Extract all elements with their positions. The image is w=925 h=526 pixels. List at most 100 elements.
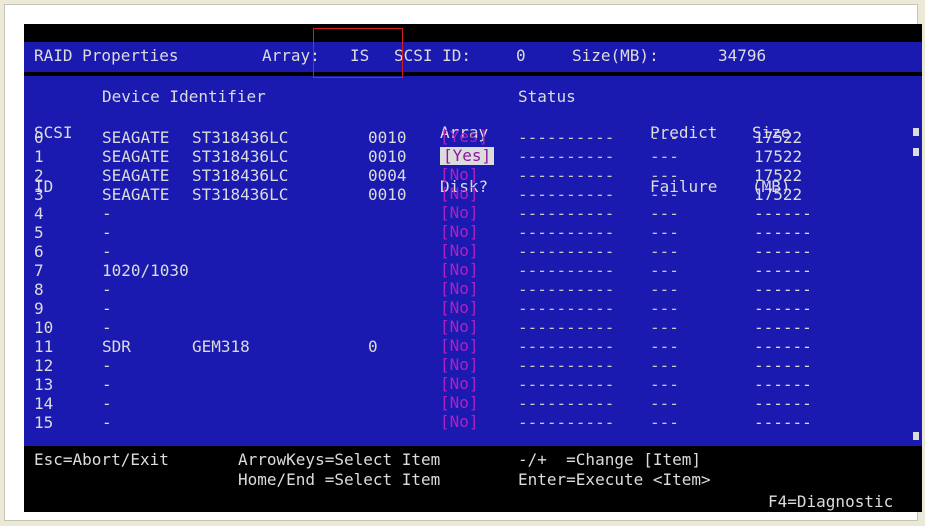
scsi-id-value: 0 xyxy=(516,46,526,65)
scsi-id-cell: 11 xyxy=(34,337,54,356)
array-disk-toggle[interactable]: [No] xyxy=(440,185,479,203)
array-disk-toggle[interactable]: [Yes] xyxy=(440,147,495,165)
status-cell: ---------- xyxy=(518,261,615,280)
device-vendor-cell: SEAGATE xyxy=(102,147,170,166)
array-disk-toggle[interactable]: [No] xyxy=(440,204,479,222)
array-disk-toggle[interactable]: [No] xyxy=(440,413,479,431)
status-cell: ---------- xyxy=(518,375,615,394)
size-cell: 17522 xyxy=(754,185,803,204)
device-vendor-cell: SEAGATE xyxy=(102,185,170,204)
predict-failure-cell: --- xyxy=(650,356,679,375)
scroll-up-marker[interactable] xyxy=(913,128,919,136)
col-status-header: Status xyxy=(518,87,576,106)
size-cell: 17522 xyxy=(754,147,803,166)
predict-failure-cell: --- xyxy=(650,337,679,356)
array-value: IS xyxy=(350,46,370,65)
scroll-down-marker[interactable] xyxy=(913,432,919,440)
predict-failure-cell: --- xyxy=(650,204,679,223)
status-cell: ---------- xyxy=(518,185,615,204)
device-vendor-cell: SEAGATE xyxy=(102,166,170,185)
scsi-id-cell: 0 xyxy=(34,128,44,147)
device-revision-cell: 0 xyxy=(368,337,378,356)
array-disk-toggle[interactable]: [No] xyxy=(440,261,479,279)
status-cell: ---------- xyxy=(518,299,615,318)
predict-failure-cell: --- xyxy=(650,280,679,299)
device-vendor-cell: - xyxy=(102,394,112,413)
size-value: 34796 xyxy=(718,46,767,65)
device-vendor-cell: - xyxy=(102,299,112,318)
device-model-cell: GEM318 xyxy=(192,337,250,356)
device-vendor-cell: - xyxy=(102,242,112,261)
scsi-id-cell: 4 xyxy=(34,204,44,223)
array-disk-toggle[interactable]: [No] xyxy=(440,223,479,241)
size-cell: ------ xyxy=(754,299,812,318)
status-cell: ---------- xyxy=(518,413,615,432)
size-cell: ------ xyxy=(754,318,812,337)
size-cell: ------ xyxy=(754,394,812,413)
predict-failure-cell: --- xyxy=(650,375,679,394)
scsi-id-cell: 3 xyxy=(34,185,44,204)
help-homeend: Home/End =Select Item xyxy=(238,470,441,489)
status-cell: ---------- xyxy=(518,356,615,375)
scsi-id-cell: 15 xyxy=(34,413,54,432)
status-cell: ---------- xyxy=(518,394,615,413)
status-cell: ---------- xyxy=(518,242,615,261)
device-model-cell: ST318436LC xyxy=(192,128,289,147)
array-disk-toggle[interactable]: [No] xyxy=(440,337,479,355)
status-cell: ---------- xyxy=(518,166,615,185)
scsi-id-cell: 7 xyxy=(34,261,44,280)
array-disk-toggle[interactable]: [No] xyxy=(440,356,479,374)
size-cell: ------ xyxy=(754,356,812,375)
array-disk-toggle[interactable]: [No] xyxy=(440,280,479,298)
size-cell: 17522 xyxy=(754,166,803,185)
array-disk-toggle[interactable]: [No] xyxy=(440,299,479,317)
array-disk-toggle[interactable]: [No] xyxy=(440,375,479,393)
predict-failure-cell: --- xyxy=(650,242,679,261)
size-label: Size(MB): xyxy=(572,46,659,65)
size-cell: 17522 xyxy=(754,128,803,147)
help-enter: Enter=Execute <Item> xyxy=(518,470,711,489)
scsi-id-cell: 12 xyxy=(34,356,54,375)
scsi-id-cell: 1 xyxy=(34,147,44,166)
bios-screen: RAID Properties Array: IS SCSI ID: 0 Siz… xyxy=(24,24,922,512)
predict-failure-cell: --- xyxy=(650,413,679,432)
predict-failure-cell: --- xyxy=(650,147,679,166)
device-model-cell: ST318436LC xyxy=(192,166,289,185)
scsi-id-cell: 10 xyxy=(34,318,54,337)
help-arrowkeys: ArrowKeys=Select Item xyxy=(238,450,441,469)
predict-failure-cell: --- xyxy=(650,261,679,280)
array-disk-toggle[interactable]: [No] xyxy=(440,318,479,336)
array-disk-toggle[interactable]: [Yes] xyxy=(440,128,488,146)
raid-properties-header: RAID Properties Array: IS SCSI ID: 0 Siz… xyxy=(24,42,922,72)
device-model-cell: ST318436LC xyxy=(192,185,289,204)
status-cell: ---------- xyxy=(518,318,615,337)
device-vendor-cell: - xyxy=(102,204,112,223)
predict-failure-cell: --- xyxy=(650,128,679,147)
array-disk-toggle[interactable]: [No] xyxy=(440,394,479,412)
scsi-id-cell: 14 xyxy=(34,394,54,413)
scsi-id-cell: 5 xyxy=(34,223,44,242)
size-cell: ------ xyxy=(754,223,812,242)
device-vendor-cell: - xyxy=(102,280,112,299)
device-revision-cell: 0010 xyxy=(368,147,407,166)
array-disk-toggle[interactable]: [No] xyxy=(440,242,479,260)
status-cell: ---------- xyxy=(518,280,615,299)
device-model-cell: ST318436LC xyxy=(192,147,289,166)
status-cell: ---------- xyxy=(518,337,615,356)
device-table: SCSI ID Device Identifier Array Disk? St… xyxy=(24,76,914,446)
status-cell: ---------- xyxy=(518,204,615,223)
status-cell: ---------- xyxy=(518,223,615,242)
scsi-id-cell: 6 xyxy=(34,242,44,261)
predict-failure-cell: --- xyxy=(650,223,679,242)
array-disk-toggle[interactable]: [No] xyxy=(440,166,479,184)
device-vendor-cell: SDR xyxy=(102,337,131,356)
col-device-header: Device Identifier xyxy=(102,87,266,106)
help-esc: Esc=Abort/Exit xyxy=(34,450,169,469)
status-cell: ---------- xyxy=(518,147,615,166)
scsi-id-label: SCSI ID: xyxy=(394,46,472,65)
scsi-id-cell: 13 xyxy=(34,375,54,394)
scroll-thumb[interactable] xyxy=(913,148,919,156)
device-revision-cell: 0010 xyxy=(368,128,407,147)
scsi-id-cell: 9 xyxy=(34,299,44,318)
device-vendor-cell: - xyxy=(102,375,112,394)
